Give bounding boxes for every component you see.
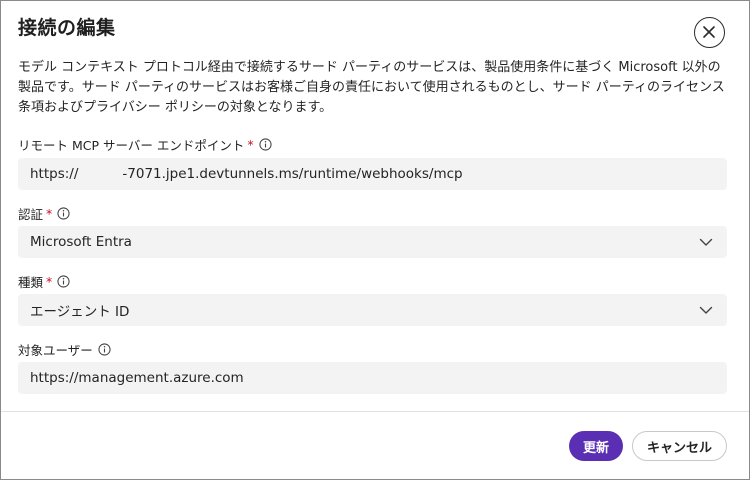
close-button[interactable] bbox=[694, 17, 725, 48]
auth-label-row: 認証 * bbox=[18, 204, 70, 223]
audience-input[interactable]: https://management.azure.com bbox=[18, 362, 727, 394]
required-mark: * bbox=[46, 274, 53, 289]
audience-label-row: 対象ユーザー bbox=[18, 340, 111, 359]
dialog-title: 接続の編集 bbox=[18, 17, 116, 39]
auth-select-value: Microsoft Entra bbox=[30, 234, 132, 250]
footer-divider bbox=[1, 411, 749, 412]
type-label-row: 種類 * bbox=[18, 272, 70, 291]
audience-label: 対象ユーザー bbox=[18, 343, 93, 358]
info-icon[interactable] bbox=[259, 138, 272, 151]
endpoint-value-rest: -7071.jpe1.devtunnels.ms/runtime/webhook… bbox=[122, 166, 463, 182]
info-icon[interactable] bbox=[98, 343, 111, 356]
cancel-button[interactable]: キャンセル bbox=[632, 431, 727, 461]
auth-label: 認証 bbox=[18, 207, 44, 222]
info-icon[interactable] bbox=[57, 207, 70, 220]
type-select[interactable]: エージェント ID bbox=[18, 294, 727, 326]
required-mark: * bbox=[247, 137, 254, 152]
type-label: 種類 bbox=[18, 275, 44, 290]
close-icon bbox=[703, 26, 715, 38]
edit-connection-dialog: 接続の編集 モデル コンテキスト プロトコル経由で接続するサード パーティのサー… bbox=[0, 0, 750, 480]
endpoint-label-row: リモート MCP サーバー エンドポイント * bbox=[18, 135, 272, 154]
required-mark: * bbox=[46, 206, 53, 221]
type-select-value: エージェント ID bbox=[30, 304, 130, 320]
chevron-down-icon bbox=[699, 306, 713, 314]
dialog-description: モデル コンテキスト プロトコル経由で接続するサード パーティのサービスは、製品… bbox=[18, 60, 725, 115]
audience-input-value: https://management.azure.com bbox=[30, 370, 244, 386]
endpoint-label: リモート MCP サーバー エンドポイント bbox=[18, 138, 245, 153]
auth-select[interactable]: Microsoft Entra bbox=[18, 226, 727, 258]
chevron-down-icon bbox=[699, 238, 713, 246]
endpoint-input[interactable]: https:// -7071.jpe1.devtunnels.ms/runtim… bbox=[18, 158, 727, 190]
endpoint-value-prefix: https:// bbox=[30, 166, 79, 182]
update-button[interactable]: 更新 bbox=[569, 431, 623, 461]
info-icon[interactable] bbox=[57, 275, 70, 288]
